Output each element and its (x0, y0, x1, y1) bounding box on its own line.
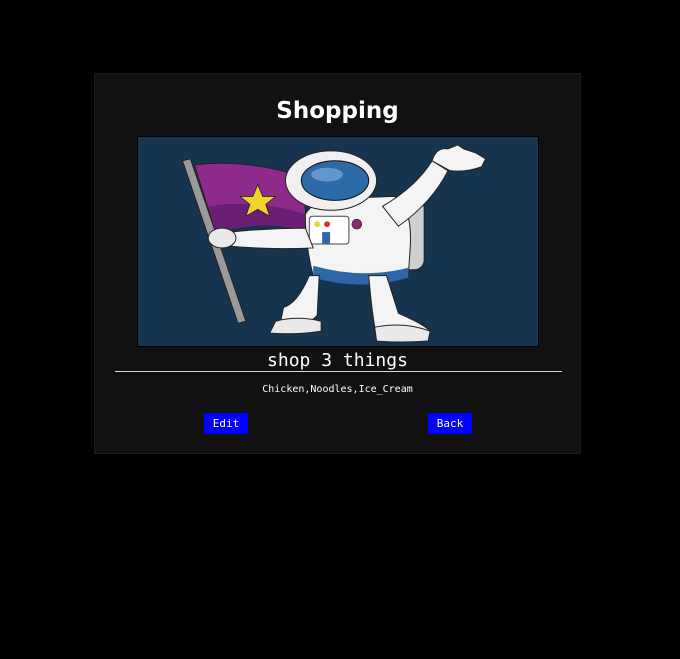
edit-button[interactable]: Edit (204, 413, 248, 434)
divider (115, 371, 562, 372)
astronaut-flag-illustration (138, 137, 538, 346)
back-button[interactable]: Back (428, 413, 472, 434)
astronaut-image (137, 136, 539, 347)
items-list-text: Chicken,Noodles,Ice_Cream (262, 384, 413, 395)
list-subtitle: shop 3 things (267, 350, 408, 371)
page-title: Shopping (276, 98, 399, 124)
shopping-card: Shopping shop 3 things Chicken,Noodles,I… (94, 73, 581, 454)
